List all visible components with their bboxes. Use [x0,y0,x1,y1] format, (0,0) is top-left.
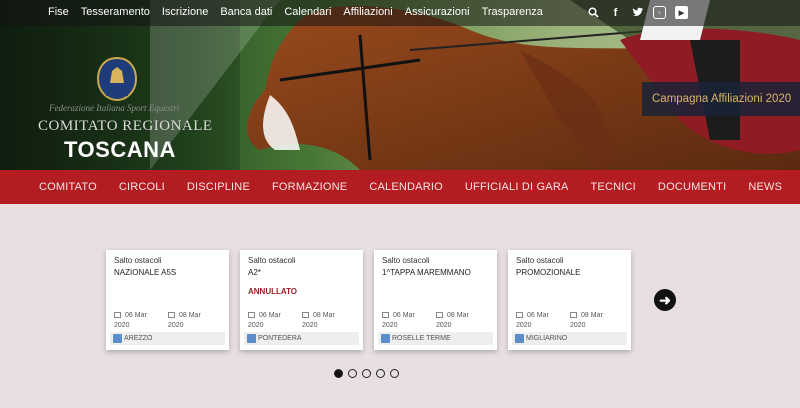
facebook-icon[interactable]: f [609,6,622,19]
carousel-dot-5[interactable] [390,369,399,378]
event-start-date: 06 Mar 2020 [248,312,281,329]
event-title: PROMOZIONALE [516,268,581,277]
calendar-icon [114,312,121,318]
topnav-calendari[interactable]: Calendari [284,6,331,18]
calendar-icon [436,312,443,318]
topnav-fise[interactable]: Fise [48,6,69,18]
carousel-dot-2[interactable] [348,369,357,378]
location-icon [247,334,256,343]
menu-ufficiali-di-gara[interactable]: UFFICIALI DI GARA [465,181,569,193]
twitter-icon[interactable] [631,6,644,19]
region-title: TOSCANA [64,137,176,162]
calendar-icon [382,312,389,318]
hero-banner: Fise Tesseramento Iscrizione Banca dati … [0,0,800,170]
event-location: MIGLIARINO [512,332,627,345]
carousel-dot-1[interactable] [334,369,343,378]
event-location: PONTEDERA [244,332,359,345]
event-end-date: 08 Mar 2020 [570,312,603,329]
arrow-right-icon[interactable]: ➜ [654,289,676,311]
calendar-icon [570,312,577,318]
carousel-dot-3[interactable] [362,369,371,378]
calendar-icon [248,312,255,318]
topnav-iscrizione[interactable]: Iscrizione [162,6,208,18]
event-title: A2* [248,268,261,277]
menu-documenti[interactable]: DOCUMENTI [658,181,726,193]
menu-news[interactable]: NEWS [748,181,782,193]
location-icon [381,334,390,343]
youtube-icon[interactable]: ▶ [675,6,688,19]
event-end-date: 08 Mar 2020 [302,312,335,329]
event-status: ANNULLATO [248,287,298,296]
topnav-affiliazioni[interactable]: Affiliazioni [343,6,392,18]
menu-comitato[interactable]: COMITATO [39,181,97,193]
topnav-trasparenza[interactable]: Trasparenza [482,6,543,18]
event-start-date: 06 Mar 2020 [516,312,549,329]
event-location: AREZZO [110,332,225,345]
menu-formazione[interactable]: FORMAZIONE [272,181,347,193]
menu-discipline[interactable]: DISCIPLINE [187,181,250,193]
calendar-icon [302,312,309,318]
menu-tecnici[interactable]: TECNICI [591,181,636,193]
event-discipline: Salto ostacoli [516,256,564,265]
search-icon[interactable] [587,6,600,19]
carousel-dot-4[interactable] [376,369,385,378]
event-start-date: 06 Mar 2020 [382,312,415,329]
event-card[interactable]: Salto ostacoli NAZIONALE A5S 06 Mar 2020 … [106,250,229,350]
event-discipline: Salto ostacoli [382,256,430,265]
social-icons: f ◦ ▶ [587,6,688,19]
event-carousel: Salto ostacoli NAZIONALE A5S 06 Mar 2020 … [106,250,631,350]
main-menu: COMITATO CIRCOLI DISCIPLINE FORMAZIONE C… [0,170,800,204]
top-navigation: Fise Tesseramento Iscrizione Banca dati … [48,6,543,18]
event-location: ROSELLE TERME [378,332,493,345]
event-start-date: 06 Mar 2020 [114,312,147,329]
topnav-assicurazioni[interactable]: Assicurazioni [405,6,470,18]
federation-name: Federazione Italiana Sport Equestri [49,103,180,113]
instagram-icon[interactable]: ◦ [653,6,666,19]
location-icon [113,334,122,343]
fise-logo[interactable] [96,57,138,101]
calendar-icon [516,312,523,318]
event-title: NAZIONALE A5S [114,268,177,277]
event-end-date: 08 Mar 2020 [168,312,201,329]
menu-circoli[interactable]: CIRCOLI [119,181,165,193]
event-discipline: Salto ostacoli [248,256,296,265]
event-discipline: Salto ostacoli [114,256,162,265]
menu-calendario[interactable]: CALENDARIO [369,181,443,193]
event-card[interactable]: Salto ostacoli 1^TAPPA MAREMMANO 06 Mar 2… [374,250,497,350]
committee-title: COMITATO REGIONALE [38,118,213,134]
event-card[interactable]: Salto ostacoli PROMOZIONALE 06 Mar 2020 0… [508,250,631,350]
event-title: 1^TAPPA MAREMMANO [382,268,471,277]
campaign-banner[interactable]: Campagna Affiliazioni 2020 [642,82,800,116]
event-end-date: 08 Mar 2020 [436,312,469,329]
event-card[interactable]: Salto ostacoli A2* ANNULLATO 06 Mar 2020 … [240,250,363,350]
topnav-tesseramento[interactable]: Tesseramento [81,6,150,18]
carousel-pagination [334,369,399,378]
topnav-banca-dati[interactable]: Banca dati [220,6,272,18]
calendar-icon [168,312,175,318]
location-icon [515,334,524,343]
